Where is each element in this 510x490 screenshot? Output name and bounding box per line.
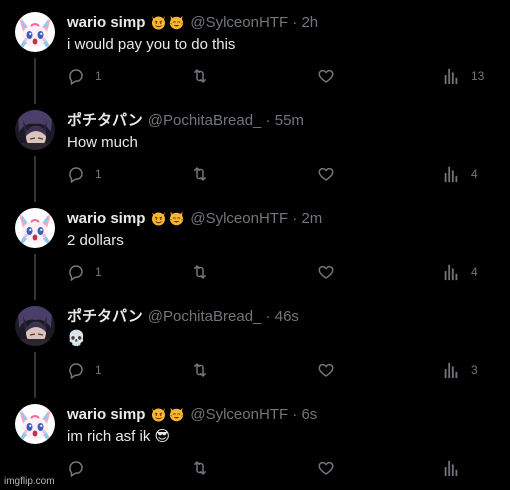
handle-and-time[interactable]: @SylceonHTF · 2m — [190, 210, 322, 227]
reply-icon — [67, 67, 85, 85]
retweet-icon — [191, 165, 209, 183]
reply-tweet[interactable]: wario simp @SylceonHTF · 2m 2 dollars 1 4 — [0, 196, 510, 300]
views-icon — [443, 67, 459, 85]
tweet-header: wario simp @SylceonHTF · 2m — [67, 209, 322, 229]
tweet-text: im rich asf ik 😎 — [67, 428, 171, 445]
like-icon — [317, 361, 335, 379]
tweet-text: i would pay you to do this — [67, 36, 236, 53]
smiling-imp-icon — [150, 209, 167, 227]
retweet-button[interactable] — [191, 66, 209, 86]
tweet-text: How much — [67, 134, 138, 151]
sylceon-avatar[interactable] — [15, 12, 55, 52]
views-count: 4 — [471, 265, 478, 279]
pochita-avatar[interactable] — [15, 306, 55, 346]
reply-count: 1 — [95, 167, 102, 181]
reply-tweet[interactable]: ポチタパン @PochitaBread_ · 55m How much 1 4 — [0, 98, 510, 202]
reply-thread: wario simp @SylceonHTF · 2h i would pay yo… — [0, 0, 510, 490]
tweet-header: wario simp @SylceonHTF · 6s — [67, 405, 317, 425]
views-icon — [443, 361, 459, 379]
display-name[interactable]: ポチタパン — [67, 308, 143, 325]
retweet-icon — [191, 361, 209, 379]
tweet-actions — [67, 458, 487, 478]
reply-icon — [67, 361, 85, 379]
like-button[interactable] — [317, 164, 335, 184]
tweet-header: ポチタパン @PochitaBread_ · 55m — [67, 111, 304, 131]
smiling-imp-icon — [150, 13, 167, 31]
reply-icon — [67, 459, 85, 477]
smiling-imp-icon — [150, 405, 167, 423]
views-icon — [443, 165, 459, 183]
like-button[interactable] — [317, 360, 335, 380]
imgflip-watermark: imgflip.com — [4, 476, 55, 487]
like-icon — [317, 165, 335, 183]
reply-button[interactable] — [67, 458, 85, 478]
tweet-header: ポチタパン @PochitaBread_ · 46s — [67, 307, 299, 327]
retweet-icon — [191, 459, 209, 477]
smiling-cat-icon — [168, 405, 185, 422]
display-name[interactable]: wario simp — [67, 406, 145, 423]
smiling-cat-icon — [168, 13, 185, 30]
views-button[interactable]: 4 — [443, 262, 478, 282]
handle-and-time[interactable]: @PochitaBread_ · 55m — [148, 112, 304, 129]
reply-tweet[interactable]: wario simp @SylceonHTF · 6s im rich asf ik… — [0, 392, 510, 490]
tweet-actions: 13 — [67, 360, 487, 380]
handle-and-time[interactable]: @SylceonHTF · 2h — [190, 14, 318, 31]
display-name[interactable]: ポチタパン — [67, 112, 143, 129]
tweet-header: wario simp @SylceonHTF · 2h — [67, 13, 318, 33]
like-button[interactable] — [317, 458, 335, 478]
retweet-icon — [191, 263, 209, 281]
sylceon-avatar[interactable] — [15, 404, 55, 444]
views-count: 4 — [471, 167, 478, 181]
display-name[interactable]: wario simp — [67, 210, 145, 227]
views-button[interactable] — [443, 458, 459, 478]
retweet-button[interactable] — [191, 262, 209, 282]
views-button[interactable]: 3 — [443, 360, 478, 380]
reply-tweet[interactable]: ポチタパン @PochitaBread_ · 46s 💀 1 3 — [0, 294, 510, 398]
like-icon — [317, 459, 335, 477]
reply-icon — [67, 165, 85, 183]
reply-count: 1 — [95, 265, 102, 279]
tweet-actions: 1 13 — [67, 66, 487, 86]
tweet-actions: 14 — [67, 262, 487, 282]
reply-count: 1 — [95, 363, 102, 377]
pochita-avatar[interactable] — [15, 110, 55, 150]
views-icon — [443, 459, 459, 477]
like-button[interactable] — [317, 66, 335, 86]
like-icon — [317, 263, 335, 281]
tweet-text: 💀 — [67, 330, 86, 347]
tweet-actions: 14 — [67, 164, 487, 184]
retweet-button[interactable] — [191, 360, 209, 380]
handle-and-time[interactable]: @SylceonHTF · 6s — [190, 406, 317, 423]
display-name[interactable]: wario simp — [67, 14, 145, 31]
retweet-button[interactable] — [191, 458, 209, 478]
smiling-cat-icon — [168, 209, 185, 226]
reply-button[interactable]: 1 — [67, 66, 102, 86]
like-button[interactable] — [317, 262, 335, 282]
views-count: 13 — [471, 69, 485, 83]
retweet-button[interactable] — [191, 164, 209, 184]
reply-count: 1 — [95, 69, 102, 83]
views-button[interactable]: 4 — [443, 164, 478, 184]
sylceon-avatar[interactable] — [15, 208, 55, 248]
like-icon — [317, 67, 335, 85]
handle-and-time[interactable]: @PochitaBread_ · 46s — [148, 308, 299, 325]
views-button[interactable]: 13 — [443, 66, 484, 86]
views-icon — [443, 263, 459, 281]
reply-tweet[interactable]: wario simp @SylceonHTF · 2h i would pay yo… — [0, 0, 510, 104]
views-count: 3 — [471, 363, 478, 377]
reply-button[interactable]: 1 — [67, 360, 102, 380]
reply-button[interactable]: 1 — [67, 164, 102, 184]
retweet-icon — [191, 67, 209, 85]
reply-button[interactable]: 1 — [67, 262, 102, 282]
reply-icon — [67, 263, 85, 281]
tweet-text: 2 dollars — [67, 232, 124, 249]
